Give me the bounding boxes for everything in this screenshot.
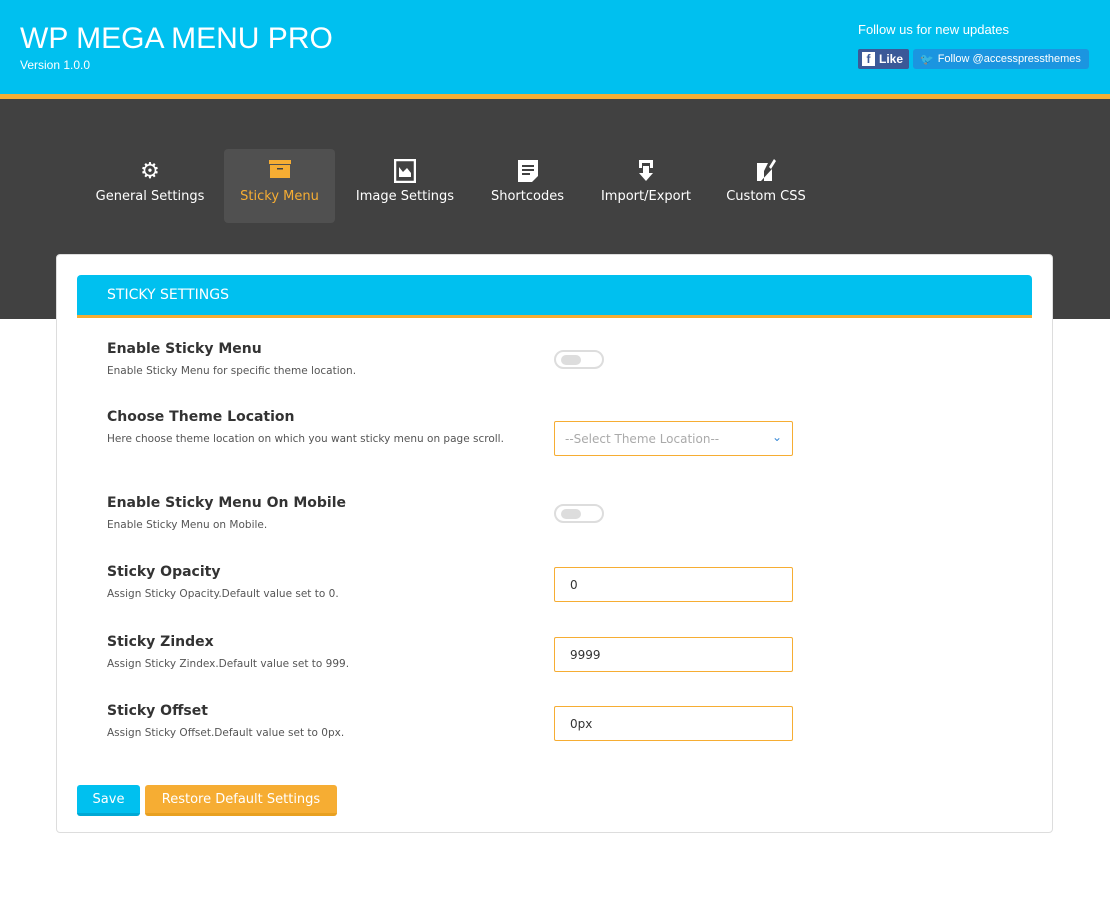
tab-label: Image Settings — [355, 189, 455, 204]
twitter-follow-label: Follow @accesspressthemes — [937, 53, 1081, 65]
tab-custom-css[interactable]: Custom CSS — [718, 149, 814, 223]
gear-icon: ⚙ — [140, 159, 160, 184]
setting-sticky-opacity: Sticky Opacity Assign Sticky Opacity.Defa… — [107, 564, 517, 602]
setting-desc: Enable Sticky Menu for specific theme lo… — [107, 365, 357, 377]
facebook-like-label: Like — [879, 52, 904, 66]
tab-label: Import/Export — [600, 189, 692, 204]
enable-sticky-mobile-toggle[interactable] — [554, 504, 604, 523]
setting-desc: Assign Sticky Offset.Default value set t… — [107, 727, 345, 739]
tab-label: Custom CSS — [726, 189, 806, 204]
app-title: WP MEGA MENU PRO — [20, 22, 333, 55]
setting-theme-location: Choose Theme Location Here choose theme l… — [107, 409, 517, 447]
document-icon — [517, 159, 539, 189]
facebook-like-button[interactable]: f Like — [858, 49, 909, 69]
setting-title: Enable Sticky Menu — [107, 341, 262, 357]
twitter-follow-button[interactable]: 🐦 Follow @accesspressthemes — [913, 49, 1089, 69]
save-button[interactable]: Save — [77, 785, 140, 816]
setting-sticky-mobile: Enable Sticky Menu On Mobile Enable Stick… — [107, 495, 517, 533]
setting-title: Enable Sticky Menu On Mobile — [107, 495, 346, 511]
chevron-down-icon: ⌄ — [771, 430, 782, 444]
restore-defaults-button[interactable]: Restore Default Settings — [145, 785, 337, 816]
toggle-knob — [561, 355, 581, 365]
theme-location-select[interactable]: --Select Theme Location-- ⌄ — [554, 421, 793, 456]
setting-desc: Enable Sticky Menu on Mobile. — [107, 519, 268, 531]
tab-label: General Settings — [95, 189, 205, 204]
tab-sticky-menu[interactable]: Sticky Menu — [224, 149, 335, 223]
tab-general-settings[interactable]: ⚙ General Settings — [90, 149, 210, 223]
tab-image-settings[interactable]: Image Settings — [350, 149, 460, 223]
setting-sticky-zindex: Sticky Zindex Assign Sticky Zindex.Defaul… — [107, 634, 517, 672]
setting-desc: Here choose theme location on which you … — [107, 433, 504, 445]
sticky-zindex-input[interactable]: 9999 — [554, 637, 793, 672]
follow-text: Follow us for new updates — [858, 22, 1010, 37]
setting-title: Choose Theme Location — [107, 409, 295, 425]
sticky-opacity-input[interactable]: 0 — [554, 567, 793, 602]
setting-title: Sticky Zindex — [107, 634, 214, 650]
tab-import-export[interactable]: Import/Export — [592, 149, 700, 223]
tab-label: Sticky Menu — [240, 189, 319, 204]
section-header: STICKY SETTINGS — [77, 275, 1032, 318]
setting-desc: Assign Sticky Opacity.Default value set … — [107, 588, 339, 600]
import-arrow-icon — [636, 159, 656, 189]
archive-box-icon — [268, 159, 291, 189]
header: WP MEGA MENU PRO Version 1.0.0 Follow us… — [0, 0, 1110, 99]
setting-desc: Assign Sticky Zindex.Default value set t… — [107, 658, 350, 670]
version-label: Version 1.0.0 — [20, 58, 91, 72]
setting-sticky-offset: Sticky Offset Assign Sticky Offset.Defaul… — [107, 703, 517, 741]
sticky-offset-input[interactable]: 0px — [554, 706, 793, 741]
setting-enable-sticky-menu: Enable Sticky Menu Enable Sticky Menu for… — [107, 341, 517, 379]
twitter-icon: 🐦 — [920, 53, 934, 66]
edit-icon — [755, 159, 777, 189]
facebook-icon: f — [862, 52, 875, 66]
select-value: --Select Theme Location-- — [565, 432, 720, 446]
tab-shortcodes[interactable]: Shortcodes — [480, 149, 575, 223]
enable-sticky-menu-toggle[interactable] — [554, 350, 604, 369]
settings-card: STICKY SETTINGS Enable Sticky Menu Enable… — [56, 254, 1053, 833]
image-icon — [393, 158, 417, 189]
setting-title: Sticky Offset — [107, 703, 208, 719]
setting-title: Sticky Opacity — [107, 564, 221, 580]
toggle-knob — [561, 509, 581, 519]
tab-label: Shortcodes — [490, 189, 564, 204]
